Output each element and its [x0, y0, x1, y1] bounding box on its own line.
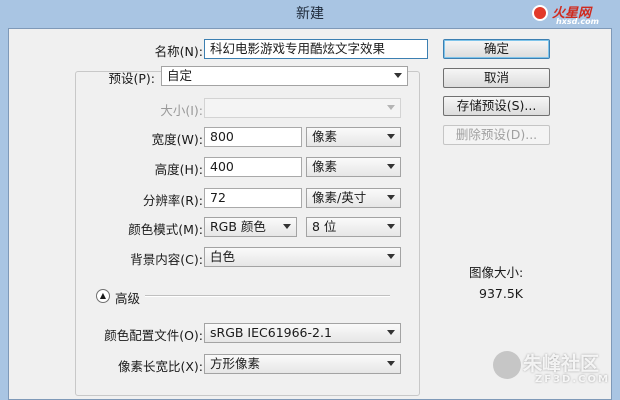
color-mode-select[interactable]: RGB 颜色	[204, 217, 297, 237]
width-unit-value: 像素	[312, 129, 338, 144]
color-profile-select[interactable]: sRGB IEC61966-2.1	[204, 323, 401, 343]
hxsd-watermark: 火星网 hxsd.com	[532, 2, 618, 28]
preset-select[interactable]: 自定	[161, 66, 408, 86]
preset-value: 自定	[167, 68, 193, 83]
background-label: 背景内容(C):	[130, 252, 203, 267]
bit-depth-select[interactable]: 8 位	[306, 217, 401, 237]
background-value: 白色	[210, 249, 236, 264]
ok-button[interactable]: 确定	[443, 39, 550, 59]
cancel-button[interactable]: 取消	[443, 68, 550, 88]
preset-label: 预设(P):	[108, 71, 155, 86]
size-select[interactable]	[204, 98, 401, 118]
color-mode-value: RGB 颜色	[210, 219, 266, 234]
chevron-down-icon	[387, 195, 395, 200]
color-profile-label: 颜色配置文件(O):	[104, 328, 203, 343]
advanced-toggle-button[interactable]: ▲	[96, 289, 110, 303]
zf3d-url-text: ZF3D.COM	[535, 374, 610, 385]
delete-preset-button[interactable]: 删除预设(D)...	[443, 125, 550, 145]
pixel-aspect-select[interactable]: 方形像素	[204, 354, 401, 374]
height-label: 高度(H):	[154, 162, 203, 177]
image-size-value: 937.5K	[479, 286, 523, 301]
chevron-down-icon	[387, 164, 395, 169]
advanced-label: 高级	[115, 291, 141, 306]
size-label: 大小(I):	[160, 103, 203, 118]
name-input[interactable]: 科幻电影游戏专用酷炫文字效果	[204, 39, 428, 59]
chevron-up-icon: ▲	[99, 291, 107, 300]
width-label: 宽度(W):	[151, 132, 203, 147]
pixel-aspect-label: 像素长宽比(X):	[117, 359, 203, 374]
save-preset-button[interactable]: 存储预设(S)...	[443, 96, 550, 116]
width-input[interactable]: 800	[204, 127, 302, 147]
chevron-down-icon	[387, 224, 395, 229]
height-unit-select[interactable]: 像素	[306, 157, 401, 177]
pixel-aspect-value: 方形像素	[210, 356, 261, 371]
image-size-label: 图像大小:	[469, 265, 524, 280]
background-select[interactable]: 白色	[204, 247, 401, 267]
height-input[interactable]: 400	[204, 157, 302, 177]
hxsd-url-text: hxsd.com	[556, 17, 599, 26]
dialog-title: 新建	[296, 6, 324, 22]
advanced-divider	[145, 295, 390, 297]
chevron-down-icon	[387, 105, 395, 110]
color-profile-value: sRGB IEC61966-2.1	[210, 325, 332, 340]
chevron-down-icon	[283, 224, 291, 229]
hxsd-logo-icon	[532, 5, 548, 21]
resolution-input[interactable]: 72	[204, 188, 302, 208]
resolution-unit-value: 像素/英寸	[312, 190, 367, 205]
dialog-body: 名称(N): 科幻电影游戏专用酷炫文字效果 预设(P): 自定 大小(I): 宽…	[8, 28, 612, 400]
zf3d-watermark: 朱峰社区 ZF3D.COM	[493, 347, 611, 397]
chevron-down-icon	[394, 73, 402, 78]
zf3d-logo-icon	[493, 351, 521, 379]
zf3d-logo-text: 朱峰社区	[523, 353, 600, 375]
chevron-down-icon	[387, 330, 395, 335]
chevron-down-icon	[387, 134, 395, 139]
resolution-unit-select[interactable]: 像素/英寸	[306, 188, 401, 208]
chevron-down-icon	[387, 254, 395, 259]
name-label: 名称(N):	[154, 44, 203, 59]
bit-depth-value: 8 位	[312, 219, 337, 234]
color-mode-label: 颜色模式(M):	[128, 222, 203, 237]
new-document-dialog: 新建 火星网 hxsd.com 名称(N): 科幻电影游戏专用酷炫文字效果 预设…	[0, 0, 620, 400]
resolution-label: 分辨率(R):	[142, 193, 203, 208]
chevron-down-icon	[387, 361, 395, 366]
width-unit-select[interactable]: 像素	[306, 127, 401, 147]
height-unit-value: 像素	[312, 159, 338, 174]
